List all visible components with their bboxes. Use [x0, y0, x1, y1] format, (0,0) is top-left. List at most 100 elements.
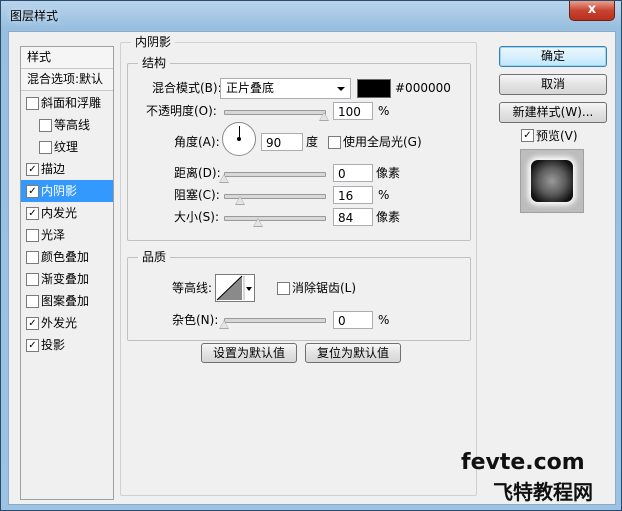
style-list-item[interactable]: 等高线: [21, 114, 113, 136]
close-button[interactable]: x: [569, 1, 615, 21]
dialog-client: 样式 混合选项:默认 斜面和浮雕 等高线 纹理 ✓ 描边 ✓ 内阴影 ✓ 内发光 光泽 颜色叠加 渐变…: [8, 31, 616, 505]
size-slider-thumb[interactable]: [253, 218, 263, 227]
distance-input[interactable]: 0: [333, 164, 373, 182]
opacity-label: 不透明度(O):: [146, 104, 217, 118]
style-list-item[interactable]: ✓ 内发光: [21, 202, 113, 224]
style-item-checkbox[interactable]: [39, 119, 52, 132]
preview-label[interactable]: 预览(V): [536, 128, 578, 144]
angle-dial[interactable]: [222, 122, 256, 156]
inner-shadow-panel: 内阴影 结构 混合模式(B): 正片叠底 #000000 不透明度(O): 10…: [120, 35, 477, 496]
distance-slider-track[interactable]: [224, 172, 326, 177]
new-style-button[interactable]: 新建样式(W)...: [499, 102, 607, 123]
style-item-label: 描边: [41, 162, 66, 176]
watermark-domain: fevte.com: [461, 450, 585, 475]
structure-group: 结构 混合模式(B): 正片叠底 #000000 不透明度(O): 100 % …: [127, 56, 471, 241]
style-list-item[interactable]: 颜色叠加: [21, 246, 113, 268]
quality-group: 品质 等高线: 消除锯齿(L) 杂色(N): 0 %: [127, 250, 471, 341]
noise-percent: %: [378, 313, 390, 327]
contour-picker[interactable]: [215, 274, 255, 302]
style-item-checkbox[interactable]: ✓: [26, 317, 39, 330]
ok-button[interactable]: 确定: [499, 46, 607, 67]
noise-slider-track[interactable]: [224, 318, 326, 323]
window-title: 图层样式: [10, 9, 59, 23]
panel-title: 内阴影: [131, 35, 176, 49]
style-item-label: 纹理: [54, 140, 79, 154]
antialias-label[interactable]: 消除锯齿(L): [292, 280, 356, 296]
opacity-slider-thumb[interactable]: [319, 112, 329, 121]
style-item-label: 渐变叠加: [41, 272, 90, 286]
size-slider-track[interactable]: [224, 216, 326, 221]
style-item-checkbox[interactable]: [26, 229, 39, 242]
style-item-checkbox[interactable]: ✓: [26, 163, 39, 176]
style-item-checkbox[interactable]: ✓: [26, 339, 39, 352]
style-item-checkbox[interactable]: [26, 251, 39, 264]
antialias-checkbox[interactable]: [277, 282, 290, 295]
style-item-checkbox[interactable]: [26, 295, 39, 308]
blend-mode-label: 混合模式(B):: [152, 81, 222, 95]
global-light-checkbox[interactable]: [328, 136, 341, 149]
size-input[interactable]: 84: [333, 208, 373, 226]
preview-swatch: [531, 160, 573, 202]
choke-slider-thumb[interactable]: [235, 196, 245, 205]
distance-label: 距离(D):: [174, 166, 221, 180]
distance-unit: 像素: [376, 166, 401, 180]
reset-default-button[interactable]: 复位为默认值: [305, 343, 401, 363]
quality-title: 品质: [138, 250, 171, 264]
style-item-label: 投影: [41, 338, 66, 352]
style-list-item[interactable]: ✓ 外发光: [21, 312, 113, 334]
layer-style-dialog: 图层样式 x 样式 混合选项:默认 斜面和浮雕 等高线 纹理 ✓ 描边 ✓ 内阴影 ✓ 内发光光…: [0, 0, 622, 511]
style-item-label: 内发光: [41, 206, 78, 220]
blend-options-item[interactable]: 混合选项:默认: [21, 69, 113, 91]
style-preview-thumbnail: [520, 149, 584, 213]
opacity-slider-track[interactable]: [224, 110, 326, 115]
opacity-percent: %: [378, 104, 390, 118]
style-item-label: 颜色叠加: [41, 250, 90, 264]
style-item-label: 斜面和浮雕: [41, 96, 102, 110]
style-list-item[interactable]: ✓ 内阴影: [21, 180, 113, 202]
style-list-item[interactable]: 纹理: [21, 136, 113, 158]
chevron-down-icon: [337, 87, 345, 91]
angle-input[interactable]: 90: [261, 133, 303, 151]
structure-title: 结构: [138, 56, 171, 70]
noise-input[interactable]: 0: [333, 311, 373, 329]
styles-header[interactable]: 样式: [21, 47, 113, 69]
style-item-checkbox[interactable]: [26, 97, 39, 110]
blend-options-label: 混合选项:默认: [27, 72, 104, 86]
style-list-item[interactable]: ✓ 投影: [21, 334, 113, 356]
preview-checkbox[interactable]: ✓: [521, 129, 534, 142]
noise-slider-thumb[interactable]: [219, 320, 229, 329]
watermark-site-name: 飞特教程网: [493, 480, 593, 504]
style-list-item[interactable]: ✓ 描边: [21, 158, 113, 180]
size-unit: 像素: [376, 210, 401, 224]
style-item-label: 等高线: [54, 118, 91, 132]
distance-slider-thumb[interactable]: [219, 174, 229, 183]
angle-unit: 度: [306, 135, 319, 149]
style-list-item[interactable]: 渐变叠加: [21, 268, 113, 290]
choke-input[interactable]: 16: [333, 186, 373, 204]
blend-mode-value: 正片叠底: [226, 81, 275, 95]
size-label: 大小(S):: [174, 210, 220, 224]
style-item-checkbox[interactable]: ✓: [26, 207, 39, 220]
blend-mode-select[interactable]: 正片叠底: [220, 78, 351, 99]
global-light-label[interactable]: 使用全局光(G): [343, 134, 422, 150]
style-item-label: 光泽: [41, 228, 66, 242]
cancel-button[interactable]: 取消: [499, 74, 607, 95]
styles-header-label: 样式: [27, 50, 52, 64]
style-list-item[interactable]: 图案叠加: [21, 290, 113, 312]
contour-label: 等高线:: [172, 281, 213, 295]
style-list-item[interactable]: 光泽: [21, 224, 113, 246]
style-item-checkbox[interactable]: [26, 273, 39, 286]
make-default-button[interactable]: 设置为默认值: [201, 343, 297, 363]
choke-percent: %: [378, 188, 390, 202]
choke-label: 阻塞(C):: [174, 188, 220, 202]
title-bar[interactable]: 图层样式 x: [1, 1, 621, 31]
shadow-color-swatch[interactable]: [357, 79, 391, 98]
noise-label: 杂色(N):: [172, 313, 219, 327]
style-list-item[interactable]: 斜面和浮雕: [21, 92, 113, 114]
angle-center-dot: [237, 137, 241, 141]
style-item-checkbox[interactable]: [39, 141, 52, 154]
style-list: 样式 混合选项:默认 斜面和浮雕 等高线 纹理 ✓ 描边 ✓ 内阴影 ✓ 内发光 光泽 颜色叠加 渐变…: [20, 46, 114, 500]
style-item-label: 图案叠加: [41, 294, 90, 308]
opacity-input[interactable]: 100: [333, 102, 373, 120]
style-item-checkbox[interactable]: ✓: [26, 185, 39, 198]
